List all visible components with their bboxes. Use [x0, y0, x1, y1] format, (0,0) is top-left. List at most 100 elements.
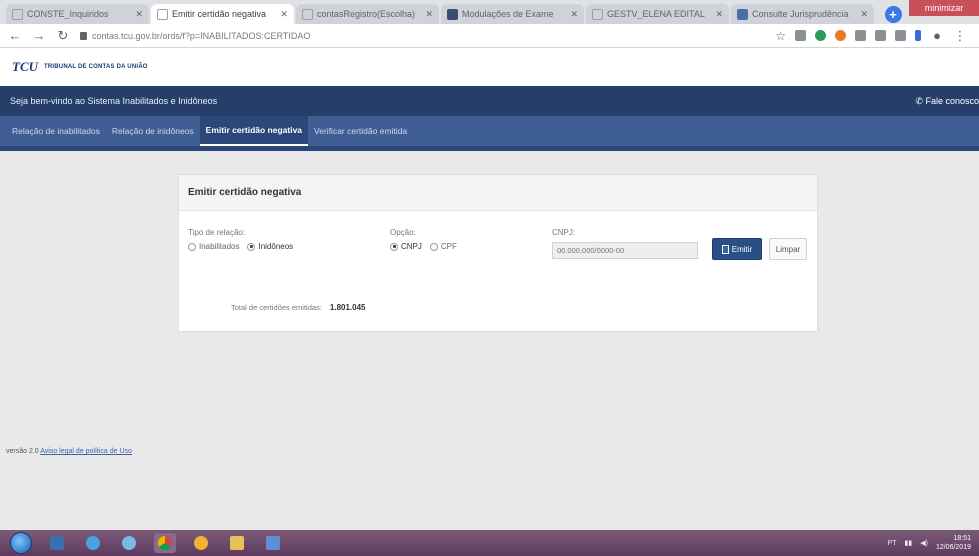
page-icon [302, 8, 313, 20]
document-icon [721, 244, 729, 254]
extension-icon[interactable] [815, 30, 826, 41]
extension-icon[interactable] [875, 30, 886, 41]
clock-time: 18:51 [953, 535, 971, 542]
extension-icon[interactable] [835, 30, 846, 41]
site-header: TCU TRIBUNAL DE CONTAS DA UNIÃO [0, 48, 979, 86]
radio-cnpj[interactable]: CNPJ [390, 242, 422, 251]
extension-icons: ☆ ● ⋮ [775, 28, 967, 44]
cnpj-input[interactable] [552, 242, 698, 259]
menu-item-inidoneos[interactable]: Relação de inidôneos [106, 116, 200, 146]
radio-label: Inidôneos [258, 242, 294, 251]
language-indicator[interactable]: PT [888, 540, 897, 547]
total-value: 1.801.045 [329, 303, 366, 312]
radio-checked-icon[interactable] [247, 242, 256, 251]
address-text: contas.tcu.gov.br/ords/f?p=INABILITADOS:… [92, 30, 311, 41]
menu-item-emitir-certidao[interactable]: Emitir certidão negativa [199, 116, 309, 146]
radio-cpf[interactable]: CPF [429, 242, 457, 251]
radio-unchecked-icon[interactable] [429, 242, 438, 251]
reload-icon[interactable]: ↻ [56, 28, 70, 44]
footer: versão 2.0 Aviso legal de política de Us… [6, 448, 132, 455]
taskbar-app-icon[interactable] [262, 533, 284, 553]
close-icon[interactable]: ✕ [715, 9, 723, 20]
taskbar-app-chrome-icon[interactable] [154, 533, 176, 553]
taskbar-app-icon[interactable] [190, 533, 212, 553]
star-icon[interactable]: ☆ [775, 29, 786, 43]
new-tab-button[interactable]: + [882, 4, 904, 24]
back-arrow-icon[interactable]: ← [8, 28, 22, 43]
radio-inidoneos[interactable]: Inidôneos [247, 242, 293, 251]
account-icon[interactable]: ● [930, 28, 944, 43]
relation-type-label: Tipo de relação: [188, 228, 246, 237]
lock-icon [80, 31, 87, 40]
page-icon [12, 8, 23, 20]
main-menu: Relação de inabilitados Relação de inidô… [0, 116, 979, 146]
total-label: Total de certidões emitidas: [231, 303, 322, 312]
extension-icon[interactable] [895, 30, 906, 41]
relation-type-group: Tipo de relação: Inabilitados Inidôneos [188, 228, 293, 251]
taskbar-app-media-icon[interactable] [46, 533, 68, 553]
option-label: Opção: [390, 228, 416, 237]
emitir-button-label: Emitir [731, 244, 753, 254]
radio-unchecked-icon[interactable] [188, 242, 196, 251]
card-title: Emitir certidão negativa [179, 175, 817, 211]
browser-tab[interactable]: contasRegistro(Escolha) ✕ [296, 4, 439, 24]
volume-icon[interactable]: ◀) [920, 539, 928, 547]
address-bar[interactable]: contas.tcu.gov.br/ords/f?p=INABILITADOS:… [80, 27, 765, 45]
browser-tab-title: Emitir certidão negativa [172, 9, 267, 19]
taskbar-app-icon[interactable] [118, 533, 140, 553]
legal-notice-link[interactable]: Aviso legal de política de Uso [40, 448, 132, 455]
page-icon [737, 8, 748, 20]
network-icon[interactable]: ▮▮ [905, 539, 913, 547]
browser-tab-strip: CONSTE_Inquiridos ✕ Emitir certidão negat… [0, 0, 979, 24]
extension-icon[interactable] [795, 30, 806, 41]
browser-tab[interactable]: Consulte Jurisprudência ✕ [731, 4, 874, 24]
windows-taskbar: PT ▮▮ ◀) 18:51 12/06/2019 [0, 530, 979, 556]
browser-tab[interactable]: CONSTE_Inquiridos ✕ [6, 4, 149, 24]
window-minimize-button[interactable]: minimizar [909, 0, 979, 16]
tcu-logo-text: TRIBUNAL DE CONTAS DA UNIÃO [44, 64, 148, 70]
radio-inabilitados[interactable]: Inabilitados [188, 242, 239, 251]
clock[interactable]: 18:51 12/06/2019 [936, 534, 971, 552]
version-text: versão 2.0 [6, 448, 39, 455]
browser-tab-title: Modulações de Exame [462, 9, 554, 19]
page-icon [592, 8, 603, 20]
more-vertical-icon[interactable]: ⋮ [953, 28, 967, 44]
close-icon[interactable]: ✕ [280, 9, 288, 20]
cnpj-field-group: CNPJ: [552, 228, 698, 259]
page-icon [157, 8, 168, 20]
page-content: Emitir certidão negativa Tipo de relação… [0, 146, 979, 530]
total-certidoes: Total de certidões emitidas: 1.801.045 [231, 303, 365, 312]
forward-arrow-icon[interactable]: → [32, 28, 46, 43]
close-icon[interactable]: ✕ [425, 9, 433, 20]
contact-link[interactable]: ✆ Fale conosco [915, 96, 979, 107]
start-button[interactable] [10, 532, 32, 554]
page-icon [447, 8, 458, 20]
option-group: Opção: CNPJ CPF [390, 228, 457, 251]
browser-tab[interactable]: Modulações de Exame ✕ [441, 4, 584, 24]
welcome-bar: Seja bem-vindo ao Sistema Inabilitados e… [0, 86, 979, 116]
certidao-form-card: Emitir certidão negativa Tipo de relação… [178, 174, 818, 332]
menu-item-inabilitados[interactable]: Relação de inabilitados [6, 116, 106, 146]
radio-label: Inabilitados [199, 242, 240, 251]
extension-icon[interactable] [855, 30, 866, 41]
close-icon[interactable]: ✕ [570, 9, 578, 20]
welcome-text: Seja bem-vindo ao Sistema Inabilitados e… [10, 96, 218, 106]
taskbar-app-ie-icon[interactable] [82, 533, 104, 553]
extension-icon[interactable] [915, 30, 921, 41]
taskbar-app-folder-icon[interactable] [226, 533, 248, 553]
clock-date: 12/06/2019 [935, 544, 971, 551]
close-icon[interactable]: ✕ [860, 9, 868, 20]
close-icon[interactable]: ✕ [135, 9, 143, 20]
radio-checked-icon[interactable] [390, 242, 398, 251]
limpar-button[interactable]: Limpar [769, 238, 807, 260]
emitir-button[interactable]: Emitir [712, 238, 762, 260]
menu-item-verificar-certidao[interactable]: Verificar certidão emitida [308, 116, 413, 146]
browser-tab-title: contasRegistro(Escolha) [317, 9, 416, 19]
browser-toolbar: ← → ↻ contas.tcu.gov.br/ords/f?p=INABILI… [0, 24, 979, 48]
cnpj-label: CNPJ: [552, 228, 576, 237]
browser-tab[interactable]: GESTV_ELENA EDITAL ✕ [586, 4, 729, 24]
browser-tab-title: Consulte Jurisprudência [752, 9, 849, 19]
plus-icon: + [884, 5, 902, 23]
browser-tab-active[interactable]: Emitir certidão negativa ✕ [151, 4, 294, 24]
tcu-logo[interactable]: TCU [12, 59, 38, 75]
